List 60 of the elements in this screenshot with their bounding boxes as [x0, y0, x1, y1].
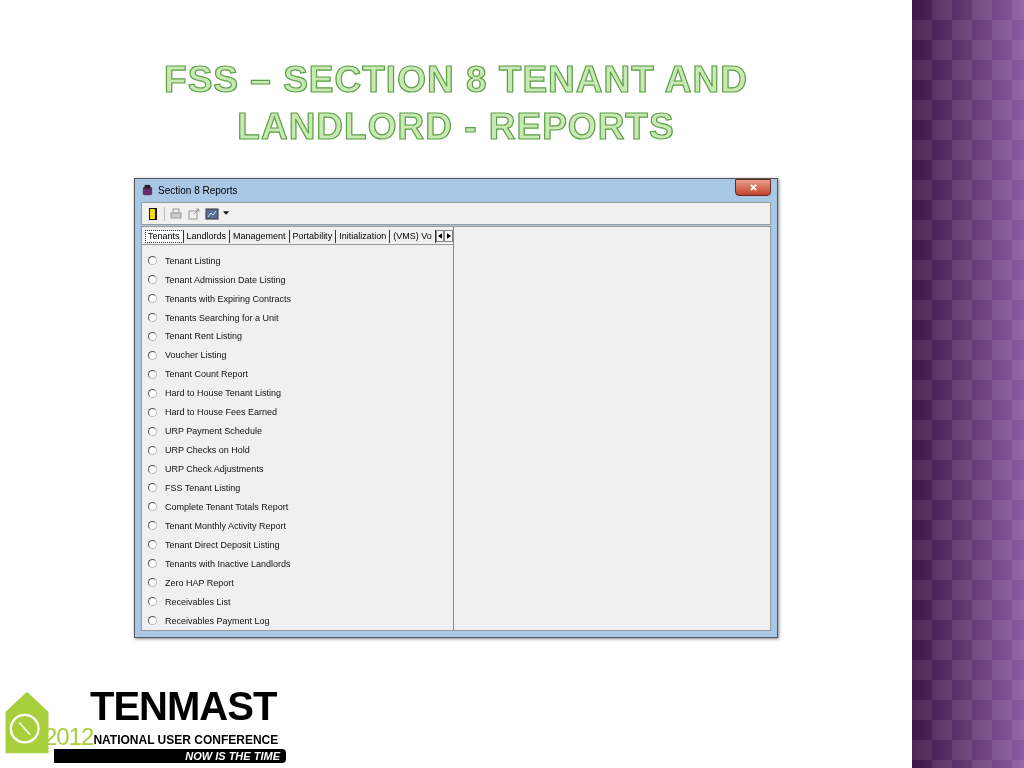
radio-button[interactable] — [148, 445, 157, 455]
radio-button[interactable] — [148, 521, 157, 531]
report-label[interactable]: Tenants with Inactive Landlords — [165, 558, 291, 569]
radio-button[interactable] — [148, 331, 157, 341]
report-label[interactable]: Voucher Listing — [165, 350, 227, 361]
report-label[interactable]: URP Checks on Hold — [165, 445, 250, 456]
radio-button[interactable] — [148, 483, 157, 493]
radio-button[interactable] — [148, 256, 157, 266]
close-icon — [748, 183, 758, 193]
report-label[interactable]: Receivables Payment Log — [165, 615, 270, 626]
report-label[interactable]: Tenants Searching for a Unit — [165, 312, 279, 323]
radio-button[interactable] — [148, 559, 157, 569]
tab[interactable]: Portability — [289, 229, 337, 243]
logo-subtitle: NATIONAL USER CONFERENCE — [93, 733, 279, 747]
window-title: Section 8 Reports — [158, 185, 238, 197]
radio-button[interactable] — [148, 275, 157, 285]
radio-button[interactable] — [148, 502, 157, 512]
left-arrow-icon — [438, 233, 442, 240]
radio-button[interactable] — [148, 616, 157, 626]
report-label[interactable]: Tenant Admission Date Listing — [165, 274, 286, 285]
tab[interactable]: Initialization — [336, 229, 391, 243]
report-label[interactable]: Zero HAP Report — [165, 577, 234, 588]
report-label[interactable]: Receivables List — [165, 596, 231, 607]
report-label[interactable]: Complete Tenant Totals Report — [165, 501, 289, 512]
report-label[interactable]: URP Check Adjustments — [165, 464, 264, 475]
report-label[interactable]: FSS Tenant Listing — [165, 482, 241, 493]
radio-button[interactable] — [148, 313, 157, 323]
report-label[interactable]: Tenant Direct Deposit Listing — [165, 539, 280, 550]
radio-button[interactable] — [148, 388, 157, 398]
tab[interactable]: Landlords — [183, 229, 231, 243]
radio-button[interactable] — [148, 294, 157, 304]
radio-button[interactable] — [148, 407, 157, 417]
right-arrow-icon — [446, 233, 451, 240]
logo-tagline: NOW IS THE TIME — [54, 749, 286, 763]
slide-title: FSS – SECTION 8 TENANT AND LANDLORD - REPORTS — [163, 58, 749, 149]
radio-button[interactable] — [148, 426, 157, 436]
report-label[interactable]: Tenant Rent Listing — [165, 331, 243, 342]
tab[interactable]: (VMS) Vo — [390, 229, 436, 243]
radio-button[interactable] — [148, 350, 157, 360]
door-icon[interactable] — [146, 206, 160, 221]
report-label[interactable]: Tenant Listing — [165, 255, 221, 266]
chart-icon[interactable] — [205, 206, 219, 221]
radio-button[interactable] — [148, 578, 157, 588]
radio-button[interactable] — [148, 540, 157, 550]
tab[interactable]: Management — [230, 229, 290, 243]
radio-button[interactable] — [148, 369, 157, 379]
report-label[interactable]: URP Payment Schedule — [165, 426, 262, 437]
radio-button[interactable] — [148, 597, 157, 607]
report-label[interactable]: Tenant Count Report — [165, 369, 249, 380]
caret-icon[interactable] — [223, 211, 230, 217]
tab[interactable]: Tenants — [145, 229, 184, 243]
scroll-right-button[interactable] — [444, 230, 453, 243]
app-icon — [141, 184, 154, 198]
report-label[interactable]: Hard to House Fees Earned — [165, 407, 278, 418]
radio-button[interactable] — [148, 464, 157, 474]
report-label[interactable]: Tenants with Expiring Contracts — [165, 293, 292, 304]
report-label[interactable]: Tenant Monthly Activity Report — [165, 520, 287, 531]
report-label[interactable]: Hard to House Tenant Listing — [165, 388, 281, 399]
close-button[interactable] — [735, 179, 771, 197]
logo-name: TENMAST — [90, 687, 278, 725]
